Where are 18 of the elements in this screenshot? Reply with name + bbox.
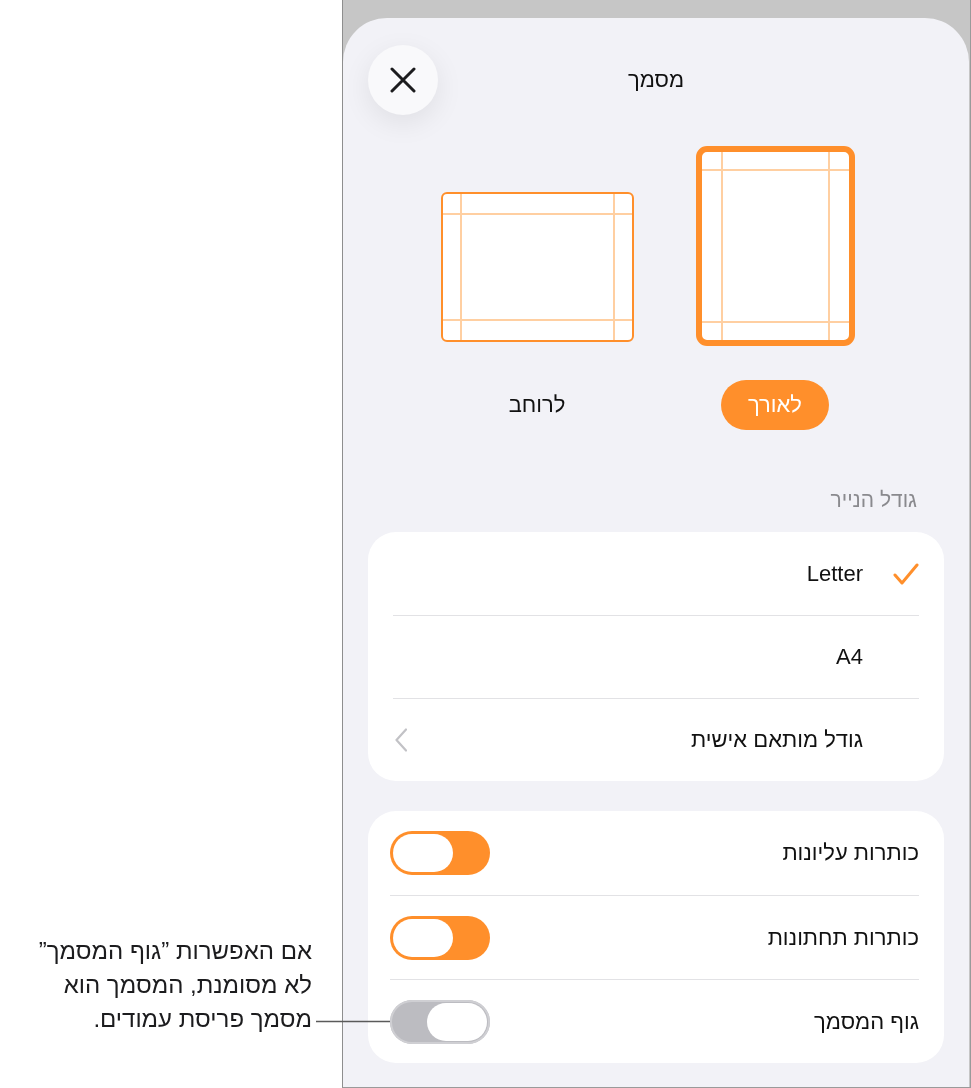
paper-size-option[interactable]: Letter [393,532,919,615]
toggle-switch[interactable] [390,915,490,960]
chevron-icon [395,728,407,752]
section-header: גודל הנייר [829,487,917,513]
portrait-page-preview[interactable] [695,146,855,346]
callout-text: אם האפשרות ”גוף המסמך” לא מסומנת, המסמך הוא מסמך פריסת עמודים. [38,936,312,1034]
close-icon [390,67,416,93]
toggle-switch[interactable] [390,999,490,1044]
sheet-title: מסמך [627,67,685,93]
paper-size-option[interactable]: A4 [393,615,919,698]
checkmark-icon [893,562,919,585]
landscape-page-preview[interactable] [440,192,634,342]
orientation-option[interactable]: לרוחב [481,380,593,430]
toggle-switch[interactable] [390,831,490,875]
setting-label: גוף המסמך [814,1008,919,1035]
setting-label: כותרות עליונות [782,840,919,866]
paper-size-option[interactable]: גודל מותאם אישית [393,698,919,781]
setting-label: כותרות תחתונות [767,924,919,951]
